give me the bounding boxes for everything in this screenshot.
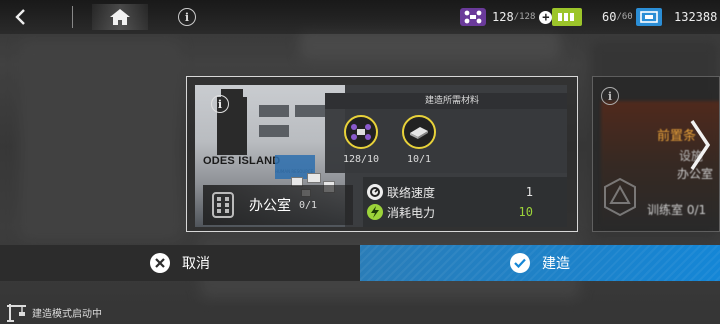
material-count: 10/1: [406, 154, 432, 165]
cancel-button[interactable]: 取消: [0, 245, 360, 281]
drone-current: 128: [492, 10, 514, 24]
drone-counter[interactable]: 128/128 +: [460, 6, 553, 28]
material-item: 10/1: [397, 115, 441, 165]
room-stats: 联络速度 1 消耗电力 10: [363, 177, 567, 227]
drone-max: /128: [513, 12, 536, 22]
cancel-label: 取消: [182, 256, 210, 272]
add-drone-button[interactable]: +: [539, 10, 553, 24]
material-count: 128/10: [342, 154, 380, 165]
stat-value: 10: [518, 205, 533, 219]
chevron-right-icon: [690, 120, 711, 170]
build-mode-text: 建造模式启动中: [32, 308, 102, 320]
power-max: /60: [616, 12, 633, 22]
power-current: 60: [602, 10, 617, 24]
contact-icon: [367, 184, 383, 200]
stat-value: 1: [525, 185, 533, 199]
room-name: 办公室: [249, 198, 291, 214]
room-preview: ODES ISLAND HUMAN RESOURCE i 建造所需材料 128/…: [195, 85, 567, 227]
office-icon: [209, 190, 237, 220]
stat-row: 联络速度 1: [367, 183, 567, 201]
money-value: 132388: [674, 10, 718, 24]
training-room-icon: [604, 177, 636, 217]
build-label: 建造: [542, 256, 570, 272]
build-mode-status: 建造模式启动中: [0, 300, 102, 324]
build-button[interactable]: 建造: [360, 245, 720, 281]
check-icon: [510, 253, 530, 273]
chevron-left-icon: [15, 9, 25, 25]
next-room-button[interactable]: [680, 108, 720, 182]
room-info-icon[interactable]: i: [211, 95, 229, 113]
stat-label: 消耗电力: [387, 205, 436, 220]
stat-label: 联络速度: [387, 185, 436, 200]
crane-icon: [7, 304, 26, 322]
info-icon[interactable]: i: [178, 8, 196, 26]
building-material-icon: [402, 115, 436, 149]
drone-material-icon: [344, 115, 378, 149]
material-item: 128/10: [339, 115, 383, 165]
top-bar: i 128/128 + 60/60 132388: [0, 0, 720, 34]
power-icon: [367, 204, 383, 220]
power-counter: 60/60: [552, 6, 633, 28]
home-icon: [110, 9, 130, 25]
money-counter: 132388: [636, 6, 717, 28]
materials-panel: 建造所需材料 128/10 10/1: [325, 93, 567, 173]
room-card-office[interactable]: ODES ISLAND HUMAN RESOURCE i 建造所需材料 128/…: [186, 76, 578, 232]
home-button[interactable]: [92, 4, 148, 30]
stat-row: 消耗电力 10: [367, 203, 567, 221]
battery-icon: [552, 8, 582, 26]
back-button[interactable]: [6, 4, 34, 30]
lmd-icon: [636, 8, 662, 26]
materials-title: 建造所需材料: [325, 93, 567, 109]
drone-icon: [460, 8, 486, 26]
close-icon: [150, 253, 170, 273]
room-name-bar: 办公室 0/1: [203, 185, 353, 225]
next-info-icon[interactable]: i: [601, 87, 619, 105]
room-count: 0/1: [299, 199, 318, 211]
next-room-name: 训练室 0/1: [647, 203, 707, 217]
photo-sign-text: ODES ISLAND: [203, 155, 281, 167]
divider: [72, 6, 73, 28]
